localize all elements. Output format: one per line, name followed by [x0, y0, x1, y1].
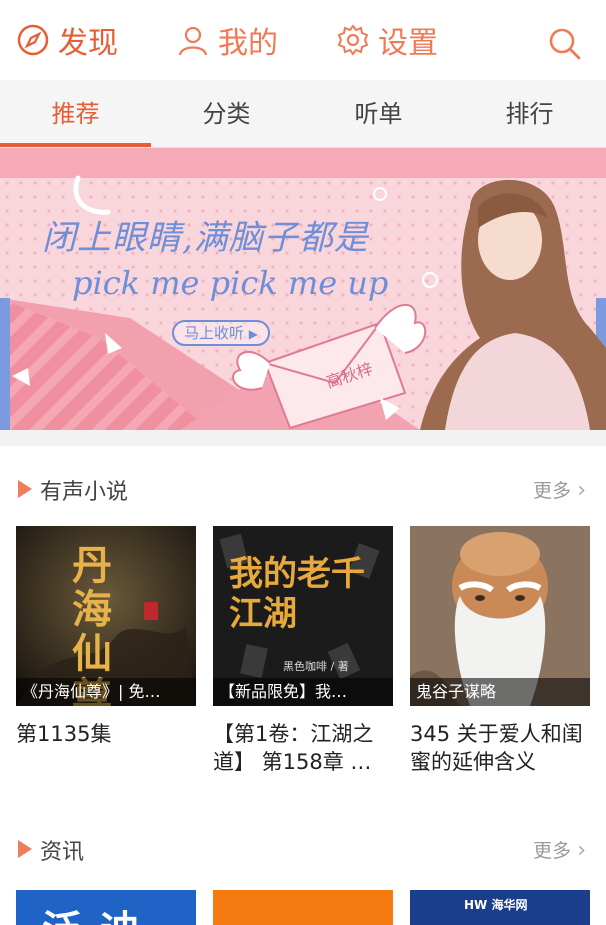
cover-overlay-label: 鬼谷子谋略	[410, 678, 590, 706]
more-label: 更多	[533, 480, 572, 502]
nav-mine[interactable]: 我的	[176, 18, 278, 62]
cover-overlay-label: 《丹海仙尊》| 免…	[16, 678, 196, 706]
chevron-right-icon: ›	[577, 478, 586, 503]
compass-icon	[16, 23, 50, 57]
tab-bar: 推荐 分类 听单 排行	[0, 80, 606, 148]
chevron-right-icon: ›	[577, 838, 586, 863]
top-navigation: 发现 我的 设置	[0, 0, 606, 80]
news-thumbnail[interactable]: 泛迪	[16, 890, 196, 925]
album-card[interactable]: 丹海仙尊 《丹海仙尊》| 免… 第1135集	[16, 526, 196, 748]
nav-settings[interactable]: 设置	[336, 18, 438, 62]
nav-settings-label: 设置	[378, 26, 438, 61]
tab-recommend[interactable]: 推荐	[0, 80, 151, 148]
cover-author: 黑色咖啡 / 著	[283, 660, 349, 673]
banner-subline: pick me pick me up	[72, 264, 389, 302]
section-header-audio-novel: 有声小说 更多 ›	[0, 470, 606, 510]
nav-discover-label: 发现	[58, 26, 118, 61]
nav-mine-label: 我的	[218, 26, 278, 61]
section-title: 资讯	[40, 840, 85, 865]
listen-now-button[interactable]: 马上收听 ▶	[172, 320, 271, 346]
banner-headline: 闭上眼睛,满脑子都是	[42, 218, 369, 258]
tab-category[interactable]: 分类	[151, 80, 302, 148]
episode-caption: 345 关于爱人和闺蜜的延伸含义	[410, 722, 583, 774]
more-link[interactable]: 更多 ›	[533, 836, 586, 863]
search-icon	[546, 25, 581, 60]
section-header-news: 资讯 更多 ›	[0, 830, 606, 870]
album-card[interactable]: 我的老千江湖 黑色咖啡 / 著 【新品限免】我… 【第1卷：江湖之道】 第158…	[213, 526, 393, 776]
album-cover: 丹海仙尊 《丹海仙尊》| 免…	[16, 526, 196, 706]
gear-icon	[336, 23, 370, 57]
section-triangle-icon	[18, 840, 32, 858]
tab-playlist[interactable]: 听单	[303, 80, 454, 148]
tab-ranking[interactable]: 排行	[454, 80, 605, 148]
episode-caption: 【第1卷：江湖之道】 第158章 …	[213, 722, 374, 774]
section-divider	[0, 430, 606, 446]
play-triangle-icon: ▶	[248, 327, 259, 341]
cover-overlay-label: 【新品限免】我…	[213, 678, 393, 706]
search-button[interactable]	[546, 20, 588, 64]
thumbnail-logo: HW 海华网	[464, 898, 528, 912]
more-label: 更多	[533, 840, 572, 862]
more-link[interactable]: 更多 ›	[533, 476, 586, 503]
album-cover: 我的老千江湖 黑色咖啡 / 著 【新品限免】我…	[213, 526, 393, 706]
active-tab-indicator	[0, 143, 151, 147]
news-thumbnail[interactable]	[213, 890, 393, 925]
listen-now-label: 马上收听	[184, 324, 245, 342]
section-title: 有声小说	[40, 480, 129, 505]
album-card[interactable]: 鬼谷子谋略 345 关于爱人和闺蜜的延伸含义	[410, 526, 590, 776]
thumbnail-text: 泛迪	[42, 898, 158, 925]
promo-banner[interactable]: 闭上眼睛,满脑子都是 pick me pick me up 马上收听 ▶ 高秋梓	[0, 148, 606, 430]
person-icon	[176, 23, 210, 57]
nav-discover[interactable]: 发现	[16, 18, 118, 62]
section-triangle-icon	[18, 480, 32, 498]
album-cover: 鬼谷子谋略	[410, 526, 590, 706]
episode-caption: 第1135集	[16, 722, 112, 746]
news-thumbnail[interactable]: HW 海华网	[410, 890, 590, 925]
cover-title-text: 我的老千江湖	[229, 554, 365, 634]
